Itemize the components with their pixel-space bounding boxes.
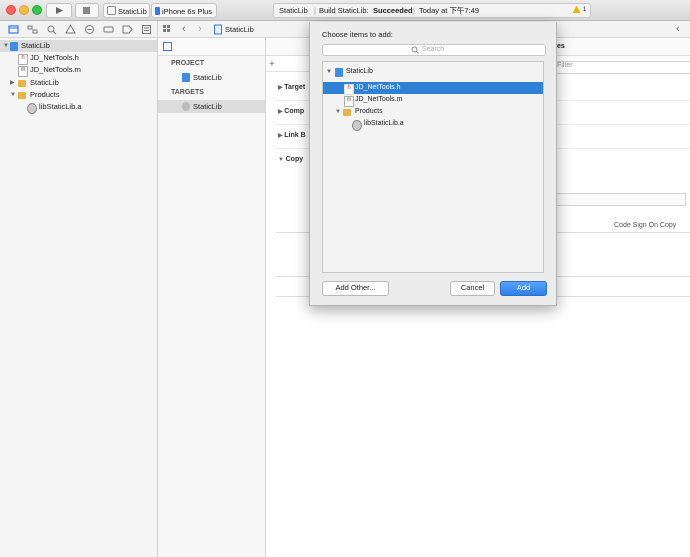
disclosure-open-icon[interactable]: ▼ (3, 40, 9, 52)
file-row-selected[interactable]: h JD_NetTools.h (323, 82, 543, 95)
navigator-row[interactable]: ▼ Products (0, 89, 157, 101)
phase-link-binary[interactable]: ▶ Link B (278, 132, 306, 139)
status-build-prefix: Build StaticLib: (319, 6, 369, 15)
file-row-label: Products (355, 108, 383, 115)
code-sign-column-header: Code Sign On Copy (614, 222, 677, 229)
back-chevron-icon[interactable]: ‹ (182, 21, 186, 38)
target-item[interactable]: StaticLib (158, 100, 265, 113)
dialog-title: Choose items to add: (322, 30, 393, 39)
navigator-item-label: StaticLib (30, 78, 59, 87)
disclosure-open-icon[interactable]: ▼ (326, 66, 332, 78)
navigator-item-label: StaticLib (21, 41, 50, 50)
disclosure-open-icon: ▼ (278, 157, 286, 163)
add-phase-button[interactable]: + (269, 59, 275, 70)
file-row-label: libStaticLib.a (364, 120, 404, 127)
project-icon (335, 68, 343, 77)
minimize-window-button[interactable] (19, 5, 29, 15)
stop-button[interactable] (75, 3, 99, 18)
navigator-item-label: JD_NetTools.m (30, 65, 81, 74)
activity-status-bar: StaticLib | Build StaticLib: Succeeded |… (273, 3, 591, 18)
navigator-row[interactable]: libStaticLib.a (0, 101, 157, 114)
jump-bar-file[interactable]: StaticLib (225, 21, 254, 38)
phase-copy-files[interactable]: ▼ Copy (278, 156, 303, 163)
target-item-label: StaticLib (193, 102, 222, 111)
status-divider: | (314, 6, 316, 15)
status-build-result: Succeeded (373, 6, 413, 15)
run-button[interactable] (46, 3, 72, 18)
navigator-item-label: libStaticLib.a (39, 102, 82, 111)
add-button[interactable]: Add (500, 281, 547, 296)
status-divider: | (413, 6, 415, 15)
sidebar-toggle-icon[interactable] (163, 42, 172, 51)
status-time: Today at 下午7:49 (419, 6, 480, 15)
app-target-icon (107, 6, 116, 15)
scheme-target-label: StaticLib (118, 7, 147, 16)
search-placeholder: Search (422, 46, 445, 53)
device-icon (155, 7, 160, 15)
add-other-button[interactable]: Add Other... (322, 281, 389, 296)
file-row[interactable]: m JD_NetTools.m (323, 94, 543, 107)
editor-sidebar-toggle-bar (158, 38, 266, 56)
project-icon (10, 42, 18, 51)
phase-label: Target (284, 84, 306, 91)
search-icon (411, 45, 419, 58)
play-icon (56, 7, 63, 14)
disclosure-open-icon[interactable]: ▼ (10, 89, 16, 101)
file-row-label: StaticLib (346, 68, 373, 75)
library-icon (352, 120, 362, 131)
project-navigator: ▼ StaticLib h JD_NetTools.h m JD_NetTool… (0, 38, 158, 557)
add-items-dialog: Choose items to add: Search ▼ StaticLib … (309, 22, 557, 306)
phase-label: Comp (284, 108, 305, 115)
folder-icon (18, 80, 26, 87)
scheme-selector[interactable]: StaticLib (103, 3, 150, 18)
filter-field[interactable]: Filter (552, 61, 690, 74)
subpath-field[interactable] (556, 193, 686, 206)
navigator-row[interactable]: ▶ StaticLib (0, 77, 157, 89)
navigator-selector-bar (0, 21, 158, 38)
stop-icon (83, 7, 90, 14)
file-row[interactable]: ▼ StaticLib (323, 66, 543, 78)
folder-icon (343, 109, 351, 116)
navigator-row[interactable]: ▼ StaticLib (0, 40, 157, 52)
back-chevron-icon[interactable]: ‹ (676, 21, 680, 38)
folder-icon (18, 92, 26, 99)
warning-icon[interactable] (572, 5, 581, 18)
disclosure-closed-icon[interactable]: ▶ (10, 77, 15, 89)
warning-count: 1 (583, 7, 587, 13)
toolbar: StaticLib iPhone 6s Plus StaticLib | Bui… (0, 0, 690, 21)
device-label: iPhone 6s Plus (162, 7, 213, 16)
phase-compile-sources[interactable]: ▶ Comp (278, 108, 304, 115)
cancel-button[interactable]: Cancel (450, 281, 495, 296)
project-heading: PROJECT (171, 60, 205, 67)
navigator-row[interactable]: m JD_NetTools.m (0, 64, 157, 77)
library-target-icon (182, 102, 190, 111)
library-icon (27, 103, 37, 114)
file-row[interactable]: ▼ Products (323, 106, 543, 118)
device-selector[interactable]: iPhone 6s Plus (151, 3, 217, 18)
status-project: StaticLib (279, 6, 308, 15)
phase-target-dependencies[interactable]: ▶ Target (278, 84, 305, 91)
phase-label: Copy (285, 156, 304, 163)
project-item-label: StaticLib (193, 73, 222, 82)
zoom-window-button[interactable] (32, 5, 42, 15)
filter-placeholder: Filter (557, 62, 573, 69)
project-item[interactable]: StaticLib (158, 71, 265, 84)
phase-label: Link B (284, 132, 306, 139)
tab-build-phases[interactable]: es (557, 43, 565, 50)
navigator-item-label: JD_NetTools.h (30, 53, 79, 62)
project-icon (182, 73, 190, 82)
disclosure-open-icon[interactable]: ▼ (335, 106, 341, 118)
project-target-list: PROJECT StaticLib TARGETS StaticLib (158, 56, 266, 557)
targets-heading: TARGETS (171, 89, 204, 96)
file-row[interactable]: libStaticLib.a (323, 118, 543, 131)
file-row-label: JD_NetTools.m (355, 96, 403, 103)
search-input[interactable]: Search (322, 44, 546, 56)
file-row-label: JD_NetTools.h (355, 84, 401, 91)
file-chooser-list: ▼ StaticLib h JD_NetTools.h m JD_NetTool… (322, 61, 544, 273)
close-window-button[interactable] (6, 5, 16, 15)
navigator-item-label: Products (30, 90, 60, 99)
navigator-row[interactable]: h JD_NetTools.h (0, 52, 157, 65)
source-file-icon: m (18, 66, 28, 77)
forward-chevron-icon[interactable]: › (198, 21, 202, 38)
